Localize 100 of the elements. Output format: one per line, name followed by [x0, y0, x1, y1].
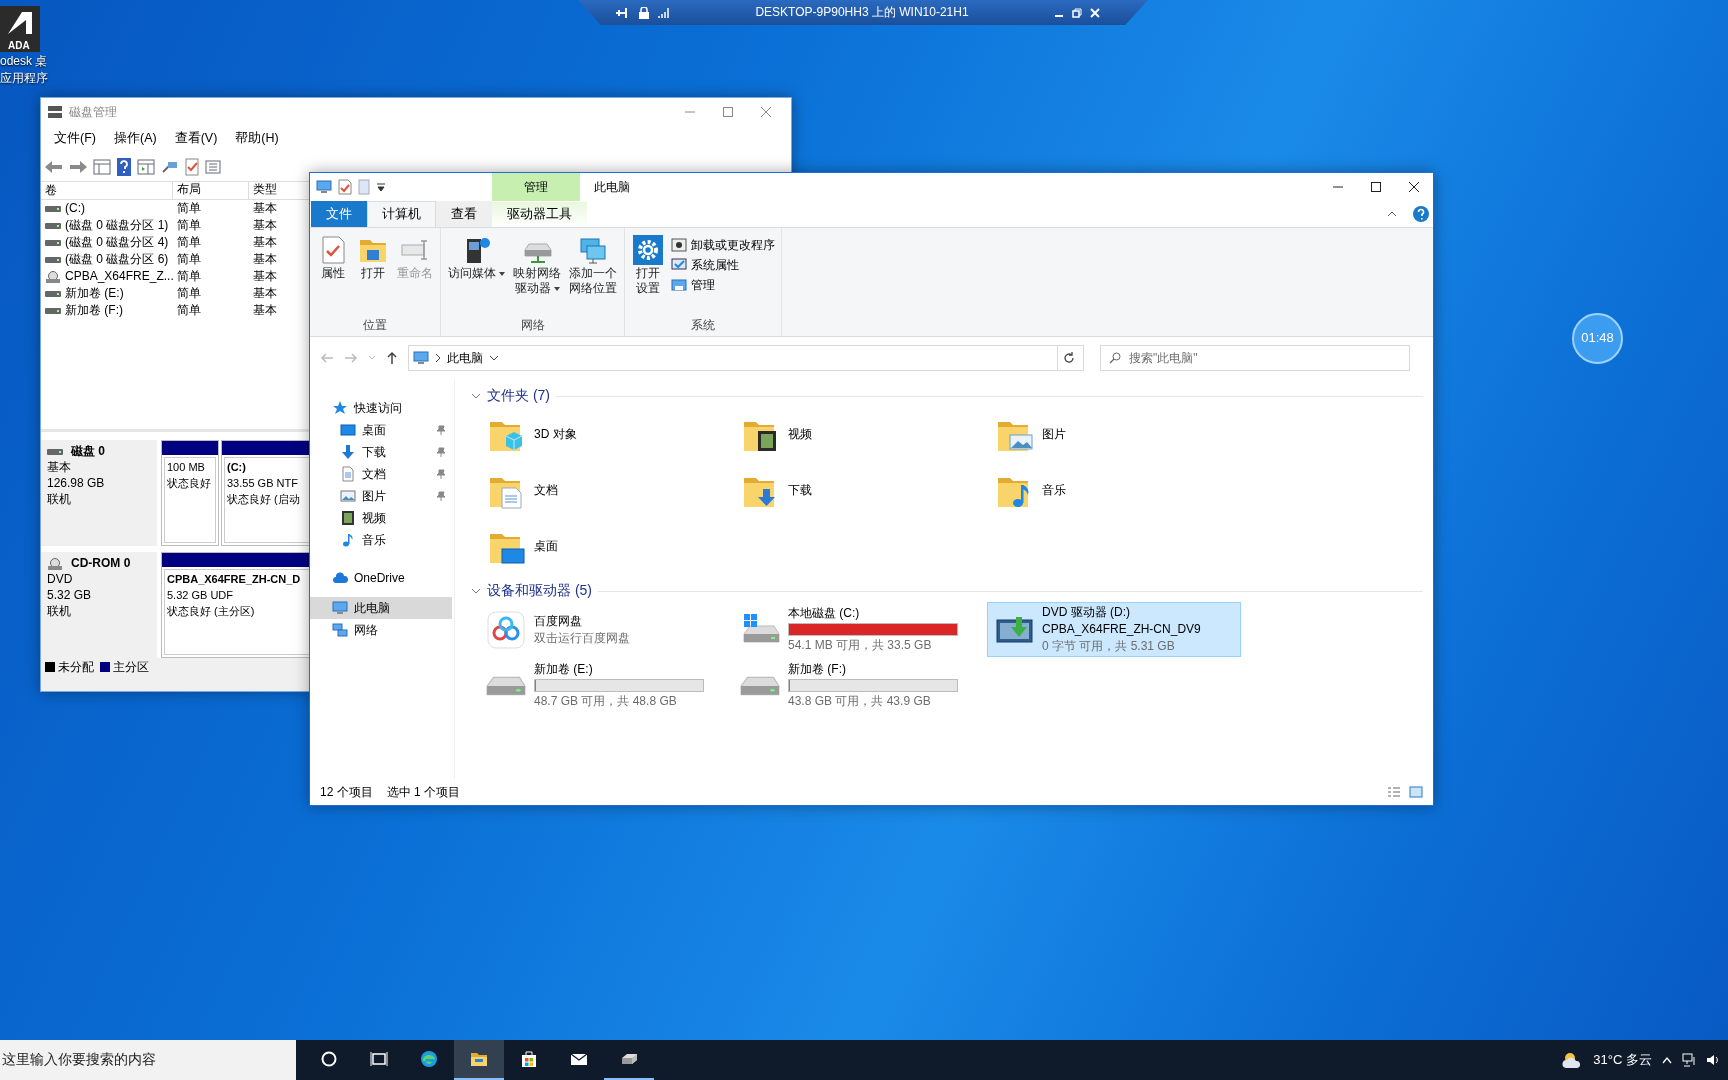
collapse-ribbon-icon[interactable] [1387, 210, 1397, 218]
folder-tile[interactable]: 桌面 [479, 519, 733, 574]
folder-tile[interactable]: 图片 [987, 407, 1241, 462]
section-header[interactable]: 设备和驱动器 (5) [487, 582, 592, 600]
partition-block[interactable]: 100 MB 状态良好 [161, 440, 219, 546]
back-icon[interactable] [45, 159, 63, 174]
ribbon-tab[interactable]: 计算机 [367, 201, 436, 227]
close-icon[interactable] [1409, 182, 1419, 192]
collapse-chevron-icon[interactable] [471, 391, 481, 401]
nav-item[interactable]: 快速访问 [310, 397, 452, 419]
menu-item[interactable]: 文件(F) [45, 131, 105, 147]
table-cell-text: 基本 [252, 235, 278, 250]
column-header[interactable]: 布局 [173, 182, 249, 199]
shortcut-label: odesk 桌 [0, 54, 48, 69]
ribbon-button[interactable]: 添加一个 网络位置 [566, 232, 620, 318]
nav-item[interactable]: 音乐 [310, 529, 452, 551]
maximize-icon[interactable] [1371, 182, 1381, 192]
partition-header-bar [162, 441, 218, 455]
ribbon-tab[interactable]: 文件 [311, 201, 367, 227]
folder-tile[interactable]: 文档 [479, 463, 733, 518]
partition-info: 5.32 GB UDF [167, 588, 235, 603]
nav-item[interactable]: 图片 [310, 485, 452, 507]
menu-item[interactable]: 查看(V) [165, 131, 227, 147]
ribbon-tab[interactable]: 查看 [436, 201, 492, 227]
address-bar[interactable]: 此电脑 [408, 345, 1058, 371]
table-cell-text: 基本 [252, 252, 278, 267]
ribbon-button[interactable]: 卸载或更改程序 [669, 236, 777, 254]
pin-icon[interactable] [616, 6, 630, 19]
folder-tile[interactable]: 下载 [733, 463, 987, 518]
table-cell-text: 简单 [176, 235, 202, 250]
monitor-check-icon [671, 257, 687, 273]
lock-icon[interactable] [638, 6, 650, 19]
tiles-view-icon[interactable] [1409, 786, 1423, 798]
window-title: 此电脑 [594, 179, 630, 195]
program-box-icon [671, 237, 687, 253]
nav-item[interactable]: OneDrive [310, 567, 452, 589]
folder-tile[interactable]: 音乐 [987, 463, 1241, 518]
folder-tile[interactable]: 视频 [733, 407, 987, 462]
table-cell: (磁盘 0 磁盘分区 1) [65, 218, 169, 233]
taskbar-button[interactable] [454, 1040, 504, 1080]
drive-tile[interactable]: 新加卷 (E:) 48.7 GB 可用，共 48.8 GB [479, 658, 733, 713]
section-header[interactable]: 文件夹 (7) [487, 387, 550, 405]
app-tile[interactable]: 百度网盘 双击运行百度网盘 [479, 602, 733, 657]
ribbon-button[interactable]: 管理 [669, 276, 777, 294]
cortana-icon [319, 1049, 339, 1069]
checklist-icon[interactable] [185, 157, 199, 176]
menu-item[interactable]: 帮助(H) [226, 131, 288, 147]
ribbon-button[interactable]: 系统属性 [669, 256, 777, 274]
customize-dropdown-icon[interactable] [376, 182, 386, 192]
computer-icon [316, 179, 332, 195]
partition-info: 状态良好 (主分区) [167, 604, 256, 619]
nav-item[interactable]: 网络 [310, 619, 452, 641]
window-title: 磁盘管理 [69, 104, 117, 120]
volume-icon[interactable] [1706, 1053, 1720, 1067]
dropdown-icon[interactable] [489, 355, 499, 361]
drive-tile[interactable]: 新加卷 (F:) 43.8 GB 可用，共 43.9 GB [733, 658, 987, 713]
nav-item[interactable]: 视频 [310, 507, 452, 529]
panel-icon[interactable] [93, 158, 111, 175]
ribbon-button[interactable]: 打开 [354, 232, 392, 318]
chevron-icon [435, 353, 441, 363]
collapse-chevron-icon[interactable] [471, 586, 481, 596]
help-icon[interactable] [1413, 206, 1429, 222]
partition-info: 状态良好 (启动 [227, 492, 301, 507]
partition-block[interactable]: CPBA_X64FRE_ZH-CN_D 5.32 GB UDF 状态良好 (主分区) [161, 552, 310, 658]
restore-icon[interactable] [1072, 7, 1082, 18]
ribbon-tab[interactable]: 驱动器工具 [492, 201, 587, 227]
nav-item[interactable]: 文档 [310, 463, 452, 485]
properties-icon[interactable] [338, 179, 352, 195]
nav-item[interactable]: 桌面 [310, 419, 452, 441]
refresh-icon[interactable] [1062, 352, 1075, 364]
column-header[interactable]: 卷 [41, 182, 173, 199]
forward-icon[interactable] [69, 159, 87, 174]
item-name: 百度网盘 [534, 613, 583, 629]
network-icon[interactable] [1682, 1053, 1696, 1067]
drive-icon [45, 238, 61, 247]
search-field[interactable]: 搜索"此电脑" [1100, 345, 1410, 371]
picture-icon [340, 488, 356, 504]
item-detail: 双击运行百度网盘 [534, 630, 630, 646]
nav-item[interactable]: 此电脑 [310, 597, 452, 619]
drive-icon [740, 674, 780, 697]
nav-item[interactable]: 下载 [310, 441, 452, 463]
ribbon-button[interactable]: 访问媒体 [445, 232, 508, 318]
table-cell-text: 基本 [252, 269, 278, 284]
show-hidden-icons[interactable] [1662, 1056, 1672, 1064]
ribbon-button[interactable]: 属性 [314, 232, 352, 318]
help-icon[interactable] [117, 157, 131, 176]
app-shortcut-icon[interactable] [0, 6, 40, 40]
folder-tile[interactable]: 3D 对象 [479, 407, 733, 462]
up-icon[interactable] [386, 351, 398, 365]
drive-tile[interactable]: 本地磁盘 (C:) 54.1 MB 可用，共 33.5 GB [733, 602, 987, 657]
menu-item[interactable]: 操作(A) [104, 131, 166, 147]
partition-info: 33.55 GB NTF [227, 476, 299, 491]
panel-icon[interactable] [137, 158, 155, 175]
group-label: 系统 [690, 318, 716, 333]
table-cell-text: 基本 [252, 201, 278, 216]
ribbon-button[interactable]: 映射网络 驱动器 [510, 232, 564, 318]
taskbar-search-field[interactable]: 这里输入你要搜索的内容 [0, 1040, 296, 1080]
ribbon-button[interactable]: 打开 设置 [629, 232, 667, 318]
drive-tile[interactable]: DVD 驱动器 (D:) CPBA_X64FRE_ZH-CN_DV9 0 字节 可用，共 5.31 GB [987, 602, 1241, 657]
table-cell: CPBA_X64FRE_Z... [65, 269, 174, 284]
